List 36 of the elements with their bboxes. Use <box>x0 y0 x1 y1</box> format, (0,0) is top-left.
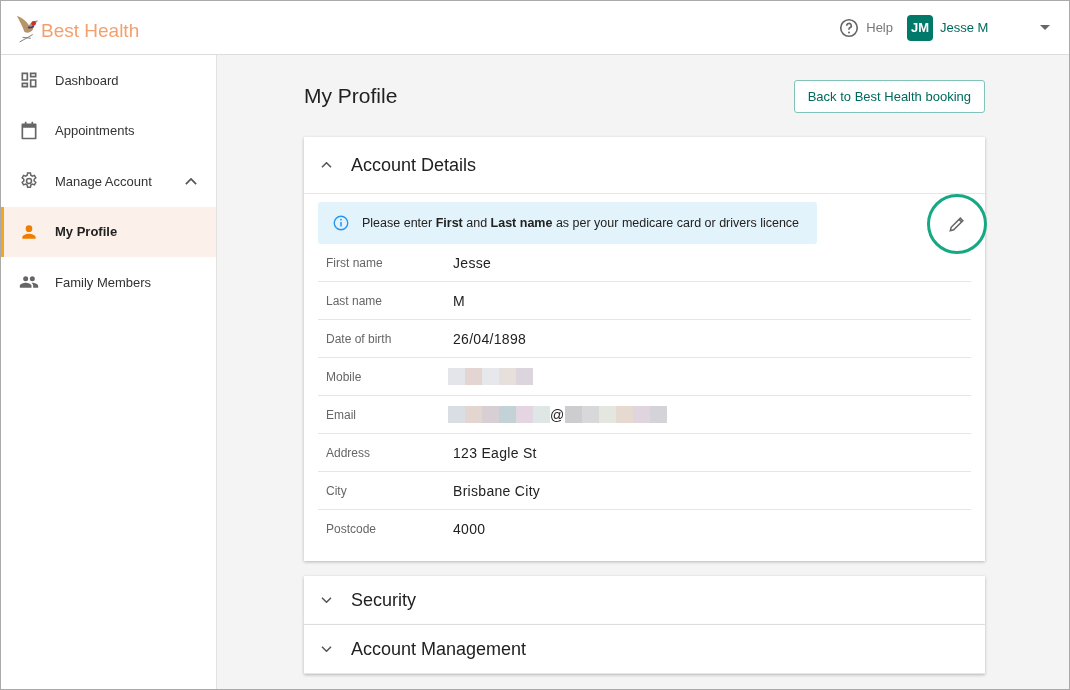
field-label: Date of birth <box>326 331 393 346</box>
field-value: Jesse <box>453 254 492 271</box>
panel-header[interactable]: Security <box>304 576 985 625</box>
user-avatar[interactable]: JM <box>907 14 933 41</box>
chevron-down-icon <box>321 597 332 603</box>
info-icon <box>332 214 350 232</box>
field-value: Brisbane City <box>453 482 541 499</box>
chevron-down-icon <box>321 646 332 652</box>
field-value: 123 Eagle St <box>453 444 537 461</box>
pencil-icon <box>947 214 967 234</box>
dropdown-caret-icon[interactable] <box>1040 25 1050 30</box>
field-value: 26/04/1898 <box>453 330 527 347</box>
field-label: Postcode <box>326 521 378 536</box>
sidebar-item[interactable]: My Profile <box>1 206 216 257</box>
back-button[interactable]: Back to Best Health booking <box>793 79 985 113</box>
help-icon <box>838 16 861 39</box>
calendar-icon <box>19 120 39 141</box>
field-label: City <box>326 483 348 498</box>
chevron-up-icon <box>321 162 332 168</box>
user-name[interactable]: Jesse M <box>940 20 1032 35</box>
field-label: Address <box>326 445 372 460</box>
field-value: 4000 <box>453 520 486 537</box>
field-label: Email <box>326 407 357 422</box>
field-label: Mobile <box>326 369 363 384</box>
logo-text: Best Health <box>41 19 140 42</box>
field-value: @ <box>550 406 565 423</box>
panel-header[interactable]: Account Details <box>304 137 985 194</box>
help-link[interactable]: Help <box>838 16 893 39</box>
field-label: Last name <box>326 293 384 308</box>
field-label: First name <box>326 255 384 270</box>
field-value: M <box>453 292 465 309</box>
edit-button[interactable] <box>927 194 987 254</box>
info-message: Please enter First and Last name as per your medicare card or drivers licence <box>362 216 800 230</box>
dashboard-icon <box>19 70 39 91</box>
panel-header[interactable]: Account Management <box>304 625 985 674</box>
page-title: My Profile <box>304 84 398 108</box>
